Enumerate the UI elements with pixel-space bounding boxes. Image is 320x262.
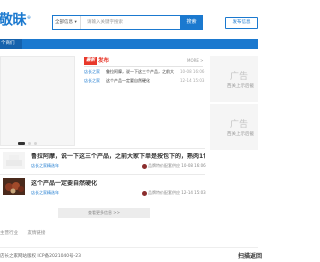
article-shop[interactable]: 店长之家精选年 [31,163,59,169]
main-nav [0,39,258,49]
article-thumbnail[interactable] [3,152,25,169]
article-thumbnail[interactable] [3,178,25,195]
article-category: 品牌特价配套供应 [148,190,180,195]
publish-info-button[interactable]: 发布信息 [225,17,258,29]
footer-copyright: 店长之家网站版权 ICP备2021040号-23 [0,254,82,259]
divider [0,148,205,149]
latest-more-link[interactable]: MORE > [187,58,204,64]
slider-dot[interactable] [18,142,25,145]
search-category-label: 全部信息 [55,20,73,25]
qr-label: 扫描返回 [238,253,263,260]
latest-title: 发布 [98,58,110,64]
list-item-shop[interactable]: 店长之家 [84,77,100,85]
list-item-shop[interactable]: 店长之家 [84,68,100,76]
slider-dot[interactable] [28,142,31,145]
link-friends[interactable]: 友情链接 [27,231,45,236]
ad-subtitle: 西关上示后截 [227,84,254,89]
load-more-button[interactable]: 查看更多信息 >> [58,208,150,218]
ad-title: 广告 [230,72,249,82]
article-meta: 品牌特价配套供应 12-14 15:03 [142,190,206,196]
footer-links: 主营行业 友情链接 [0,231,53,237]
ad-slot[interactable]: 广告 西关上示后截 [210,56,258,102]
divider [84,66,203,67]
list-item[interactable]: 店长之家 这个产品一定要自然硬化 12-14 15:03 [84,77,204,85]
divider [0,174,205,175]
search-category-select[interactable]: 全部信息 ▾ [53,16,81,29]
search-button[interactable]: 搜索 [180,15,203,30]
list-item-date: 10-08 16:06 [180,69,205,74]
article-date: 12-14 15:03 [181,190,206,195]
slider-dots [18,142,37,145]
article-date: 10-08 16:06 [181,163,206,168]
logo-mark: ® [27,15,31,20]
slider-image[interactable] [0,56,75,146]
list-item[interactable]: 店长之家 鲁拉阿摩，说一下这三个产品，之前大家 10-08 16:06 [84,68,204,76]
category-icon [142,190,147,196]
list-item-title[interactable]: 这个产品一定要自然硬化 [106,77,174,85]
slider-dot[interactable] [34,142,37,145]
latest-tag: 最新 [84,57,97,65]
logo-text: 敬昧 [0,12,27,29]
article-title[interactable]: 这个产品一定要自然硬化 [31,180,205,188]
list-item-date: 12-14 15:03 [180,78,205,83]
divider [0,247,258,248]
list-item-title[interactable]: 鲁拉阿摩，说一下这三个产品，之前大家 [106,68,174,76]
site-logo[interactable]: 敬昧® [0,11,31,28]
ad-subtitle: 西关上示后截 [227,132,254,137]
link-industry[interactable]: 主营行业 [0,231,18,236]
article-shop[interactable]: 店长之家精选年 [31,190,59,196]
ad-slot[interactable]: 广告 西关上示后截 [210,104,258,150]
article-category: 品牌特价配套供应 [148,163,180,168]
chevron-down-icon: ▾ [74,20,77,25]
category-icon [142,163,147,169]
ad-title: 广告 [230,120,249,130]
nav-item-merchants[interactable]: 个商们 [0,39,22,49]
article-title[interactable]: 鲁拉阿摩，说一下这三个产品，之前大家下单是按包下的，熟肉1包8个，… [31,153,205,161]
article-meta: 品牌特价配套供应 10-08 16:06 [142,163,206,169]
